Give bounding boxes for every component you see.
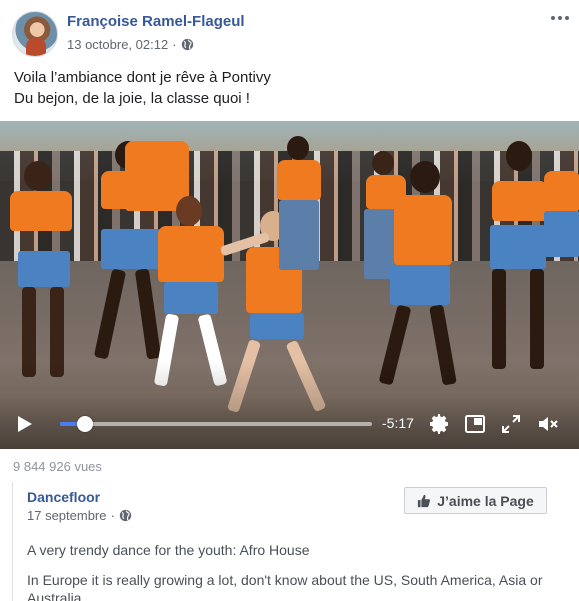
- post-text-line-1: Voila l’ambiance dont je rêve à Pontivy: [14, 69, 271, 86]
- post-timestamp[interactable]: 13 octobre, 02:12: [67, 37, 168, 52]
- progress-bar[interactable]: [60, 416, 372, 432]
- post-text: Voila l’ambiance dont je rêve à Pontivy …: [14, 67, 564, 109]
- like-page-label: J’aime la Page: [437, 492, 534, 509]
- muted-speaker-icon[interactable]: [536, 412, 560, 436]
- meta-separator: ·: [110, 508, 115, 523]
- video-controls: -5:17: [0, 407, 579, 447]
- globe-icon[interactable]: [119, 509, 132, 522]
- shared-page-name[interactable]: Dancefloor: [27, 489, 100, 505]
- progress-knob[interactable]: [76, 416, 93, 432]
- play-icon[interactable]: [18, 416, 32, 432]
- settings-gear-icon[interactable]: [427, 412, 451, 436]
- author-name[interactable]: Françoise Ramel-Flageul: [67, 13, 245, 30]
- post-meta: 13 octobre, 02:12 ·: [67, 37, 194, 52]
- shared-page-description-1: A very trendy dance for the youth: Afro …: [27, 542, 310, 558]
- author-avatar[interactable]: [12, 11, 58, 57]
- time-remaining: -5:17: [382, 415, 414, 431]
- like-page-button[interactable]: J’aime la Page: [404, 487, 547, 514]
- shared-page-date[interactable]: 17 septembre: [27, 508, 107, 523]
- post-text-line-2: Du bejon, de la joie, la classe quoi !: [14, 90, 250, 107]
- more-options-icon[interactable]: [549, 8, 571, 28]
- globe-icon[interactable]: [181, 38, 194, 51]
- post-header: Françoise Ramel-Flageul 13 octobre, 02:1…: [0, 0, 579, 62]
- shared-page-attachment: Dancefloor 17 septembre · J’aime la Page…: [12, 482, 579, 601]
- fullscreen-icon[interactable]: [499, 412, 523, 436]
- meta-separator: ·: [172, 37, 177, 52]
- video-player[interactable]: -5:17: [0, 121, 579, 449]
- shared-page-meta: 17 septembre ·: [27, 508, 132, 523]
- thumbs-up-icon: [418, 494, 431, 507]
- shared-page-description-2: In Europe it is really growing a lot, do…: [27, 572, 543, 601]
- picture-in-picture-icon[interactable]: [463, 412, 487, 436]
- view-count: 9 844 926 vues: [13, 459, 102, 474]
